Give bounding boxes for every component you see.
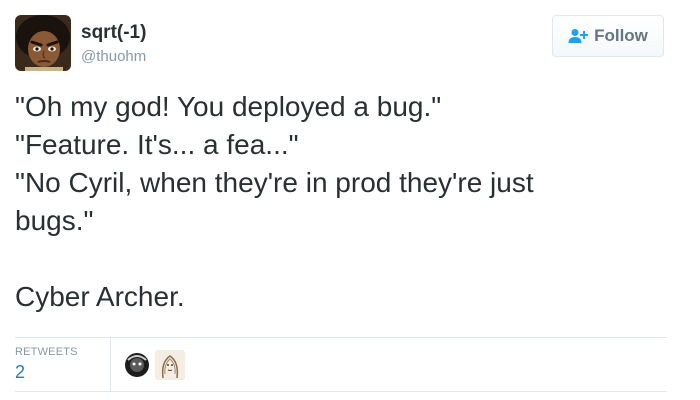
- tweet-card: sqrt(-1) @thuohm Follow "Oh my god! You …: [0, 0, 700, 400]
- retweeter-avatar[interactable]: [155, 350, 185, 380]
- stats-divider-bottom: [15, 391, 667, 392]
- stats-divider-vertical: [110, 338, 111, 391]
- follow-button-label: Follow: [594, 26, 648, 45]
- follow-button[interactable]: Follow: [552, 15, 664, 57]
- retweeter-avatar-dark-icon: [122, 350, 152, 380]
- retweeter-avatar[interactable]: [122, 350, 152, 380]
- avatar-cartoon-boy-icon: [15, 15, 71, 71]
- retweeter-avatar-sketch-icon: [155, 350, 185, 380]
- tweet-line: "No Cyril, when they're in prod they're …: [15, 167, 534, 198]
- tweet-line: "Feature. It's... a fea...": [15, 129, 299, 160]
- user-avatar[interactable]: [15, 15, 71, 71]
- user-display-name[interactable]: sqrt(-1): [81, 22, 146, 44]
- stats-divider-top: [15, 337, 667, 338]
- tweet-line: bugs.": [15, 205, 94, 236]
- retweeter-avatars: [122, 350, 185, 380]
- retweets-label: RETWEETS: [15, 346, 78, 358]
- tweet-line: "Oh my god! You deployed a bug.": [15, 91, 442, 122]
- tweet-text: "Oh my god! You deployed a bug." "Featur…: [15, 88, 685, 316]
- tweet-line-gap: [15, 240, 685, 278]
- tweet-line: Cyber Archer.: [15, 281, 185, 312]
- add-person-icon: [568, 29, 589, 43]
- user-screen-name[interactable]: @thuohm: [81, 48, 146, 66]
- retweets-count[interactable]: 2: [15, 361, 78, 383]
- retweets-stat[interactable]: RETWEETS 2: [15, 346, 78, 383]
